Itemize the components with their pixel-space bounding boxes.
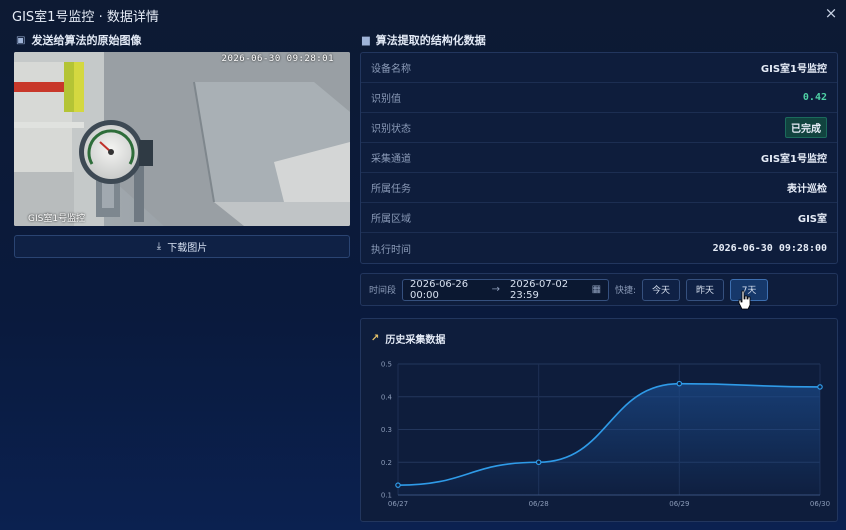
calendar-icon: ▦	[591, 284, 602, 295]
history-chart: 0.1 0.2 0.3 0.4 0.5 06/27 06/28 06/29 06/30	[381, 361, 830, 509]
status-badge: 已完成	[785, 117, 827, 138]
row-label: 识别状态	[371, 124, 411, 135]
hand-cursor-icon	[738, 290, 751, 310]
x-tick-label: 06/29	[669, 500, 689, 508]
row-label: 执行时间	[371, 244, 411, 256]
image-section-title: 发送给算法的原始图像	[31, 34, 142, 47]
range-start: 2026-06-26 00:00	[410, 278, 469, 301]
row-value: 表计巡检	[787, 184, 827, 195]
photo-caption-overlay: GIS室1号监控	[28, 214, 86, 224]
row-label: 设备名称	[371, 64, 411, 75]
row-label: 识别值	[371, 94, 401, 105]
y-tick-label: 0.3	[381, 426, 392, 434]
data-point	[395, 482, 401, 488]
raw-image: 2026-06-30 09:28:01 GIS室1号监控	[14, 52, 350, 226]
close-icon[interactable]: ×	[822, 4, 840, 22]
series-area	[398, 383, 820, 495]
row-label: 所属区域	[371, 214, 411, 225]
row-device-name: 设备名称 GIS室1号监控	[361, 53, 837, 83]
data-point	[535, 459, 542, 466]
range-end: 2026-07-02 23:59	[509, 278, 569, 301]
y-tick-label: 0.5	[381, 361, 392, 369]
row-exec-time: 执行时间 2026-06-30 09:28:00	[361, 233, 837, 263]
range-separator: →	[491, 284, 500, 295]
y-tick-label: 0.4	[381, 393, 393, 401]
range-label: 时间段	[369, 286, 397, 296]
title-bar: GIS室1号监控 · 数据详情	[0, 0, 846, 30]
image-section-header: ▣ 发送给算法的原始图像	[16, 32, 141, 48]
data-point	[817, 384, 823, 390]
window-title: GIS室1号监控 · 数据详情	[12, 9, 159, 25]
x-tick-label: 06/30	[810, 500, 830, 508]
row-label: 所属任务	[371, 184, 411, 195]
photo-timestamp-overlay: 2026-06-30 09:28:01	[221, 54, 334, 64]
camera-icon: ▣	[16, 34, 26, 46]
time-filter-bar: 时间段 2026-06-26 00:00 → 2026-07-02 23:59 …	[360, 273, 838, 306]
y-tick-label: 0.1	[381, 492, 392, 500]
data-point	[676, 380, 683, 387]
y-tick-label: 0.2	[381, 459, 392, 467]
row-value: GIS室1号监控	[760, 154, 827, 165]
structured-data-table: 设备名称 GIS室1号监控 识别值 0.42 识别状态 已完成 采集通道 GIS…	[360, 52, 838, 264]
quick-label: 快捷:	[615, 286, 637, 296]
x-tick-label: 06/28	[529, 500, 549, 508]
download-label: 下载图片	[167, 243, 208, 254]
row-label: 采集通道	[371, 154, 411, 165]
row-value: GIS室	[797, 214, 827, 225]
row-value: 0.42	[802, 92, 827, 103]
row-status: 识别状态 已完成	[361, 113, 837, 143]
history-chart-panel: ↗ 历史采集数据 0.1 0.2 0.3 0.4 0.5 06/27 06/28 06/29 0…	[360, 318, 838, 522]
row-value: 2026-06-30 09:28:00	[712, 242, 827, 254]
quick-yesterday-button[interactable]: 昨天	[686, 278, 725, 301]
date-range-picker[interactable]: 2026-06-26 00:00 → 2026-07-02 23:59 ▦	[402, 278, 610, 301]
structured-data-title: 算法提取的结构化数据	[375, 34, 486, 47]
gauge-photo-illustration	[14, 52, 350, 226]
structured-data-header: ▆ 算法提取的结构化数据	[362, 32, 486, 48]
download-image-button[interactable]: ⤓ 下载图片	[14, 235, 350, 258]
row-area: 所属区域 GIS室	[361, 203, 837, 233]
bar-chart-icon: ▆	[362, 34, 370, 46]
download-icon: ⤓	[156, 241, 162, 252]
row-value: GIS室1号监控	[760, 64, 827, 75]
row-recognized-value: 识别值 0.42	[361, 83, 837, 113]
row-task: 所属任务 表计巡检	[361, 173, 837, 203]
x-tick-label: 06/27	[388, 500, 408, 508]
row-channel: 采集通道 GIS室1号监控	[361, 143, 837, 173]
quick-today-button[interactable]: 今天	[642, 278, 681, 301]
